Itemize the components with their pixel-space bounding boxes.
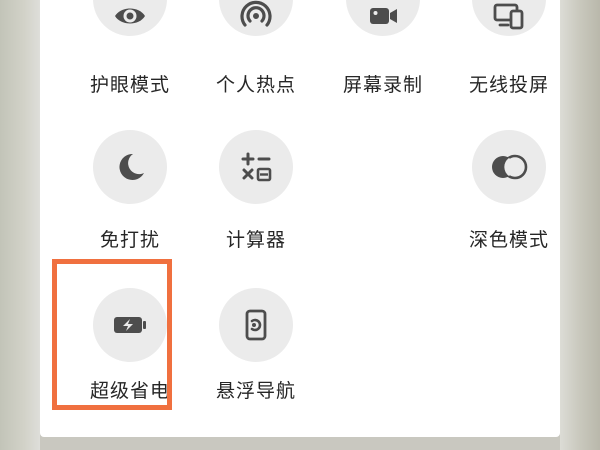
tile-eye-comfort-button[interactable] [93,0,167,36]
tile-calculator-button[interactable] [219,130,293,204]
tile-personal-hotspot[interactable]: 个人热点 [196,0,316,120]
tile-do-not-disturb[interactable]: 免打扰 [70,130,190,270]
tile-screen-record[interactable]: 屏幕录制 [323,0,443,120]
moon-icon [119,153,144,180]
dark-mode-icon [492,154,528,180]
tile-wireless-cast[interactable]: 无线投屏 [449,0,569,120]
tile-wireless-cast-label: 无线投屏 [468,74,549,96]
tile-dark-mode-label: 深色模式 [468,229,549,251]
tile-eye-comfort-label: 护眼模式 [89,74,170,96]
tile-floating-navigation-button[interactable] [219,288,293,362]
tile-personal-hotspot-label: 个人热点 [215,74,296,96]
tile-dark-mode[interactable]: 深色模式 [449,130,569,270]
tile-floating-navigation-label: 悬浮导航 [215,380,296,402]
eye-icon [115,8,145,24]
tile-do-not-disturb-label: 免打扰 [99,229,160,251]
tile-personal-hotspot-button[interactable] [219,0,293,36]
tile-screen-record-button[interactable] [346,0,420,36]
tile-floating-navigation[interactable]: 悬浮导航 [196,288,316,428]
background-left [0,0,40,450]
tile-dark-mode-button[interactable] [472,130,546,204]
calculator-icon [241,152,272,182]
tile-wireless-cast-button[interactable] [472,0,546,36]
video-camera-icon [370,8,397,24]
screen-cast-icon [493,3,524,30]
tile-calculator-label: 计算器 [225,229,286,251]
tile-screen-record-label: 屏幕录制 [342,74,423,96]
tile-eye-comfort[interactable]: 护眼模式 [70,0,190,120]
tile-do-not-disturb-button[interactable] [93,130,167,204]
highlight-frame [52,259,172,410]
floating-nav-icon [245,309,267,341]
tile-calculator[interactable]: 计算器 [196,130,316,270]
hotspot-icon [240,0,272,27]
